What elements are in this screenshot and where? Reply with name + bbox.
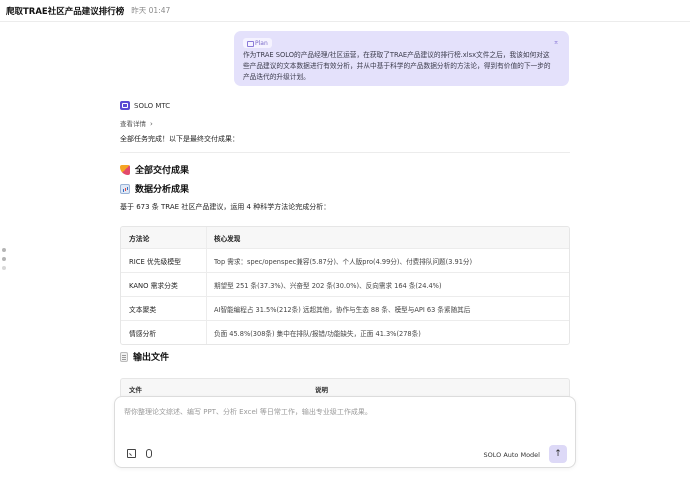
chevron-right-icon: ›	[150, 120, 153, 128]
collapse-icon[interactable]: ⌅	[553, 38, 559, 46]
view-details-link[interactable]: 查看详情 ›	[120, 118, 153, 128]
plan-text: 作为TRAE SOLO的产品经理/社区运营，在获取了TRAE产品建议的排行榜.x…	[243, 51, 551, 81]
message-composer[interactable]: 帮你整理论文综述、编写 PPT、分析 Excel 等日常工作，输出专业级工作成果…	[114, 396, 576, 468]
agent-name: SOLO MTC	[134, 101, 171, 110]
table-header-cell: 说明	[315, 386, 328, 394]
analysis-heading-text: 数据分析成果	[135, 185, 190, 195]
dot	[2, 248, 6, 252]
analysis-table: 方法论 核心发现 RICE 优先级模型 Top 需求：spec/openspec…	[120, 226, 570, 345]
conversation-title: 爬取TRAE社区产品建议排行榜	[6, 6, 125, 17]
view-details-label: 查看详情	[120, 120, 146, 128]
solo-logo-icon	[120, 101, 130, 110]
document-icon	[120, 351, 128, 362]
table-cell-finding: Top 需求：spec/openspec兼容(5.87分)、个人版pro(4.9…	[214, 257, 473, 266]
output-files-heading-text: 输出文件	[133, 353, 170, 363]
analysis-summary: 基于 673 条 TRAE 社区产品建议，运用 4 种科学方法论完成分析：	[120, 203, 331, 211]
context-icon[interactable]	[127, 449, 136, 458]
party-popper-icon	[120, 164, 130, 175]
table-row: KANO 需求分类 期望型 251 条(37.3%)、兴奋型 202 条(30.…	[121, 272, 569, 296]
table-cell-finding: 期望型 251 条(37.3%)、兴奋型 202 条(30.0%)、反向需求 1…	[214, 281, 442, 290]
analysis-heading: 数据分析成果	[120, 182, 189, 195]
user-plan-message: Plan ⌅ 作为TRAE SOLO的产品经理/社区运营，在获取了TRAE产品建…	[234, 31, 569, 86]
top-bar: 爬取TRAE社区产品建议排行榜 昨天 01:47	[0, 0, 690, 22]
table-cell-method: RICE 优先级模型	[121, 249, 207, 272]
model-selector[interactable]: SOLO Auto Model	[484, 451, 541, 459]
table-row: 情感分析 负面 45.8%(308条) 集中在排队/报错/功能缺失，正面 41.…	[121, 320, 569, 344]
conversation-timestamp: 昨天 01:47	[131, 6, 171, 15]
plan-icon	[247, 40, 254, 47]
table-header-cell: 方法论	[121, 227, 207, 248]
table-row: RICE 优先级模型 Top 需求：spec/openspec兼容(5.87分)…	[121, 248, 569, 272]
table-cell-method: KANO 需求分类	[121, 273, 207, 296]
output-files-heading: 输出文件	[120, 350, 169, 363]
agent-header: SOLO MTC	[120, 101, 170, 110]
bar-chart-icon	[120, 183, 130, 194]
table-header-cell: 核心发现	[214, 234, 241, 243]
table-row: 文本聚类 AI智能编程占 31.5%(212条) 远超其他，协作与生态 88 条…	[121, 296, 569, 320]
table-header-row: 方法论 核心发现	[121, 227, 569, 248]
dot	[2, 257, 6, 261]
plan-badge-label: Plan	[255, 39, 268, 47]
table-cell-method: 文本聚类	[121, 297, 207, 320]
table-header-cell: 文件	[129, 386, 142, 394]
plan-badge: Plan	[243, 38, 272, 48]
deliverables-heading: 全部交付成果	[120, 163, 189, 176]
table-cell-finding: AI智能编程占 31.5%(212条) 远超其他，协作与生态 88 条、模型与A…	[214, 305, 471, 314]
send-button[interactable]: ↑	[549, 445, 567, 463]
divider	[120, 152, 570, 153]
attachment-icon[interactable]	[146, 449, 152, 458]
completion-message: 全部任务完成！以下是最终交付成果：	[120, 135, 239, 143]
composer-placeholder[interactable]: 帮你整理论文综述、编写 PPT、分析 Excel 等日常工作，输出专业级工作成果…	[124, 407, 372, 417]
deliverables-heading-text: 全部交付成果	[135, 166, 190, 176]
side-handle[interactable]	[2, 248, 6, 275]
output-files-table: 文件 说明	[120, 378, 570, 398]
dot	[2, 266, 6, 270]
table-cell-method: 情感分析	[121, 321, 207, 344]
table-cell-finding: 负面 45.8%(308条) 集中在排队/报错/功能缺失，正面 41.3%(27…	[214, 329, 421, 338]
arrow-up-icon: ↑	[554, 449, 562, 459]
